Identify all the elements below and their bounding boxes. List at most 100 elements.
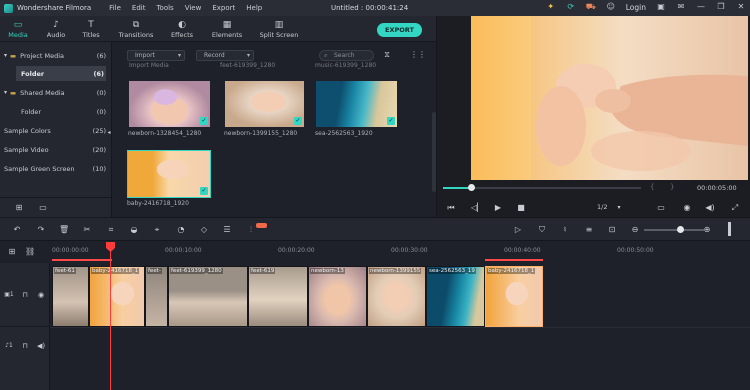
- snapshot-icon[interactable]: ◉: [682, 203, 692, 213]
- media-thumbnail-baby-2416718[interactable]: ✓: [127, 150, 211, 198]
- speaker-icon[interactable]: ◀): [36, 341, 46, 351]
- tab-audio[interactable]: ♪ Audio: [44, 16, 68, 42]
- sidebar-item-sample-colors[interactable]: Sample Colors (25): [0, 123, 112, 138]
- clip-label: newborn-13: [310, 268, 345, 274]
- media-thumbnail-newborn-1399155[interactable]: ✓: [224, 80, 305, 128]
- media-library-sidebar: ▾ ▬ Project Media (6) Folder (6) ▾ ▬ Sha…: [0, 42, 112, 217]
- media-item-label: baby-2416718_1920: [127, 200, 189, 207]
- media-thumbnail-newborn-1328454[interactable]: ✓: [128, 80, 211, 128]
- tab-media[interactable]: ▭ Media: [6, 16, 30, 42]
- import-dropdown[interactable]: Import ▾: [127, 50, 185, 61]
- timeline-clip-selected[interactable]: baby-2416718_1: [485, 266, 543, 327]
- maximize-icon[interactable]: ❐: [716, 2, 726, 12]
- lightbulb-icon[interactable]: ✦: [546, 2, 556, 12]
- timeline-clip[interactable]: newborn-13: [308, 266, 367, 327]
- sidebar-item-shared-media[interactable]: ▾ ▬ Shared Media (0): [0, 85, 112, 100]
- new-folder-icon[interactable]: ⊞: [14, 203, 24, 213]
- playhead[interactable]: [110, 251, 111, 390]
- clip-label: feet-619: [250, 268, 276, 274]
- shield-icon[interactable]: ⛉: [537, 225, 547, 235]
- lock-icon[interactable]: ⊓: [20, 290, 30, 300]
- progress-knob[interactable]: [467, 184, 475, 191]
- menu-file[interactable]: File: [109, 4, 121, 12]
- tab-titles[interactable]: T Titles: [80, 16, 102, 42]
- tab-split-screen[interactable]: ▥ Split Screen: [258, 16, 300, 42]
- media-item-label-partial: feet-619399_1280: [220, 62, 276, 69]
- sidebar-footer: ⊞ ▭: [0, 197, 112, 217]
- grid-view-icon[interactable]: ⋮⋮: [410, 50, 426, 60]
- tab-label: Transitions: [118, 31, 154, 39]
- sidebar-item-count: (25): [92, 126, 106, 135]
- cut-icon[interactable]: ✂: [82, 225, 92, 235]
- timeline-clip[interactable]: feet-: [145, 266, 168, 327]
- play-icon[interactable]: ▶: [493, 203, 503, 213]
- export-button[interactable]: EXPORT: [377, 23, 422, 37]
- add-track-icon[interactable]: ⊞: [7, 247, 17, 257]
- microphone-icon[interactable]: ♮: [560, 225, 570, 235]
- color-icon[interactable]: ◒: [129, 225, 139, 235]
- fullscreen-icon[interactable]: ⤢: [730, 203, 740, 213]
- voiceover-icon[interactable]: ≡: [584, 225, 594, 235]
- subtitle-icon[interactable]: ⊡: [607, 225, 617, 235]
- tab-elements[interactable]: ▦ Elements: [210, 16, 244, 42]
- filter-icon[interactable]: ⧖: [382, 50, 392, 60]
- audio-track[interactable]: [50, 327, 750, 390]
- save-icon[interactable]: ▣: [656, 2, 666, 12]
- tab-effects[interactable]: ◐ Effects: [168, 16, 196, 42]
- tab-transitions[interactable]: ⧉ Transitions: [116, 16, 156, 42]
- step-back-icon[interactable]: ◁▏: [471, 203, 483, 213]
- undo-icon[interactable]: ↶: [12, 225, 22, 235]
- record-dropdown[interactable]: Record ▾: [196, 50, 254, 61]
- preview-progress-bar[interactable]: [443, 184, 641, 191]
- redo-icon[interactable]: ↷: [36, 225, 46, 235]
- eye-icon[interactable]: ◉: [36, 290, 46, 300]
- lock-icon[interactable]: ⊓: [20, 341, 30, 351]
- mark-out-icon[interactable]: }: [670, 183, 674, 191]
- menu-edit[interactable]: Edit: [132, 4, 146, 12]
- render-icon[interactable]: ▷: [513, 225, 523, 235]
- timeline-clip[interactable]: newborn-1399155: [367, 266, 426, 327]
- sidebar-item-folder[interactable]: Folder (6): [16, 66, 106, 81]
- preview-ratio-select[interactable]: 1/2 ▾: [597, 203, 627, 211]
- crop-icon[interactable]: ⌗: [106, 225, 116, 235]
- marker-icon[interactable]: ⌖: [152, 225, 162, 235]
- delete-icon[interactable]: 🗑: [59, 225, 69, 235]
- timeline-clip[interactable]: sea-2562563_19: [426, 266, 485, 327]
- timeline-clip[interactable]: feet-619: [248, 266, 308, 327]
- minimize-icon[interactable]: —: [696, 2, 706, 12]
- cart-icon[interactable]: ⛟: [586, 2, 596, 12]
- folder-icon[interactable]: ▭: [38, 203, 48, 213]
- mail-icon[interactable]: ✉: [676, 2, 686, 12]
- sidebar-item-sample-video[interactable]: Sample Video (20): [0, 142, 112, 157]
- media-thumbnail-sea-2562563[interactable]: ✓: [315, 80, 398, 128]
- menu-help[interactable]: Help: [246, 4, 262, 12]
- speed-icon[interactable]: ◔: [176, 225, 186, 235]
- adjust-icon[interactable]: ☰: [222, 225, 232, 235]
- volume-icon[interactable]: ◀): [705, 203, 715, 213]
- menu-tools[interactable]: Tools: [156, 4, 173, 12]
- keyframe-icon[interactable]: ◇: [199, 225, 209, 235]
- zoom-out-icon[interactable]: ⊖: [630, 225, 640, 235]
- sidebar-item-project-media[interactable]: ▾ ▬ Project Media (6): [0, 48, 112, 63]
- sidebar-item-shared-folder[interactable]: Folder (0): [0, 104, 112, 119]
- timeline-pause-marker[interactable]: [728, 222, 731, 236]
- audio-mix-icon[interactable]: ⫶: [246, 225, 256, 235]
- close-icon[interactable]: ✕: [736, 2, 746, 12]
- account-icon[interactable]: ☺: [606, 2, 616, 12]
- refresh-icon[interactable]: ⟳: [566, 2, 576, 12]
- mark-in-icon[interactable]: {: [650, 183, 654, 191]
- link-icon[interactable]: ⛓: [25, 247, 35, 257]
- login-link[interactable]: Login: [626, 3, 646, 12]
- sidebar-item-sample-green-screen[interactable]: Sample Green Screen (10): [0, 161, 112, 176]
- search-input[interactable]: ⌕ Search: [319, 50, 374, 61]
- display-icon[interactable]: ▭: [656, 203, 666, 213]
- stop-icon[interactable]: ■: [516, 203, 526, 213]
- timeline-clip[interactable]: feet-61: [52, 266, 89, 327]
- menu-view[interactable]: View: [185, 4, 202, 12]
- zoom-slider[interactable]: [644, 229, 704, 231]
- timeline-clip[interactable]: baby-2416718_1: [89, 266, 145, 327]
- timeline-clip[interactable]: feet-619399_1280: [168, 266, 248, 327]
- previous-frame-icon[interactable]: ⏮: [446, 203, 456, 213]
- zoom-slider-knob[interactable]: [677, 226, 684, 233]
- menu-export[interactable]: Export: [212, 4, 235, 12]
